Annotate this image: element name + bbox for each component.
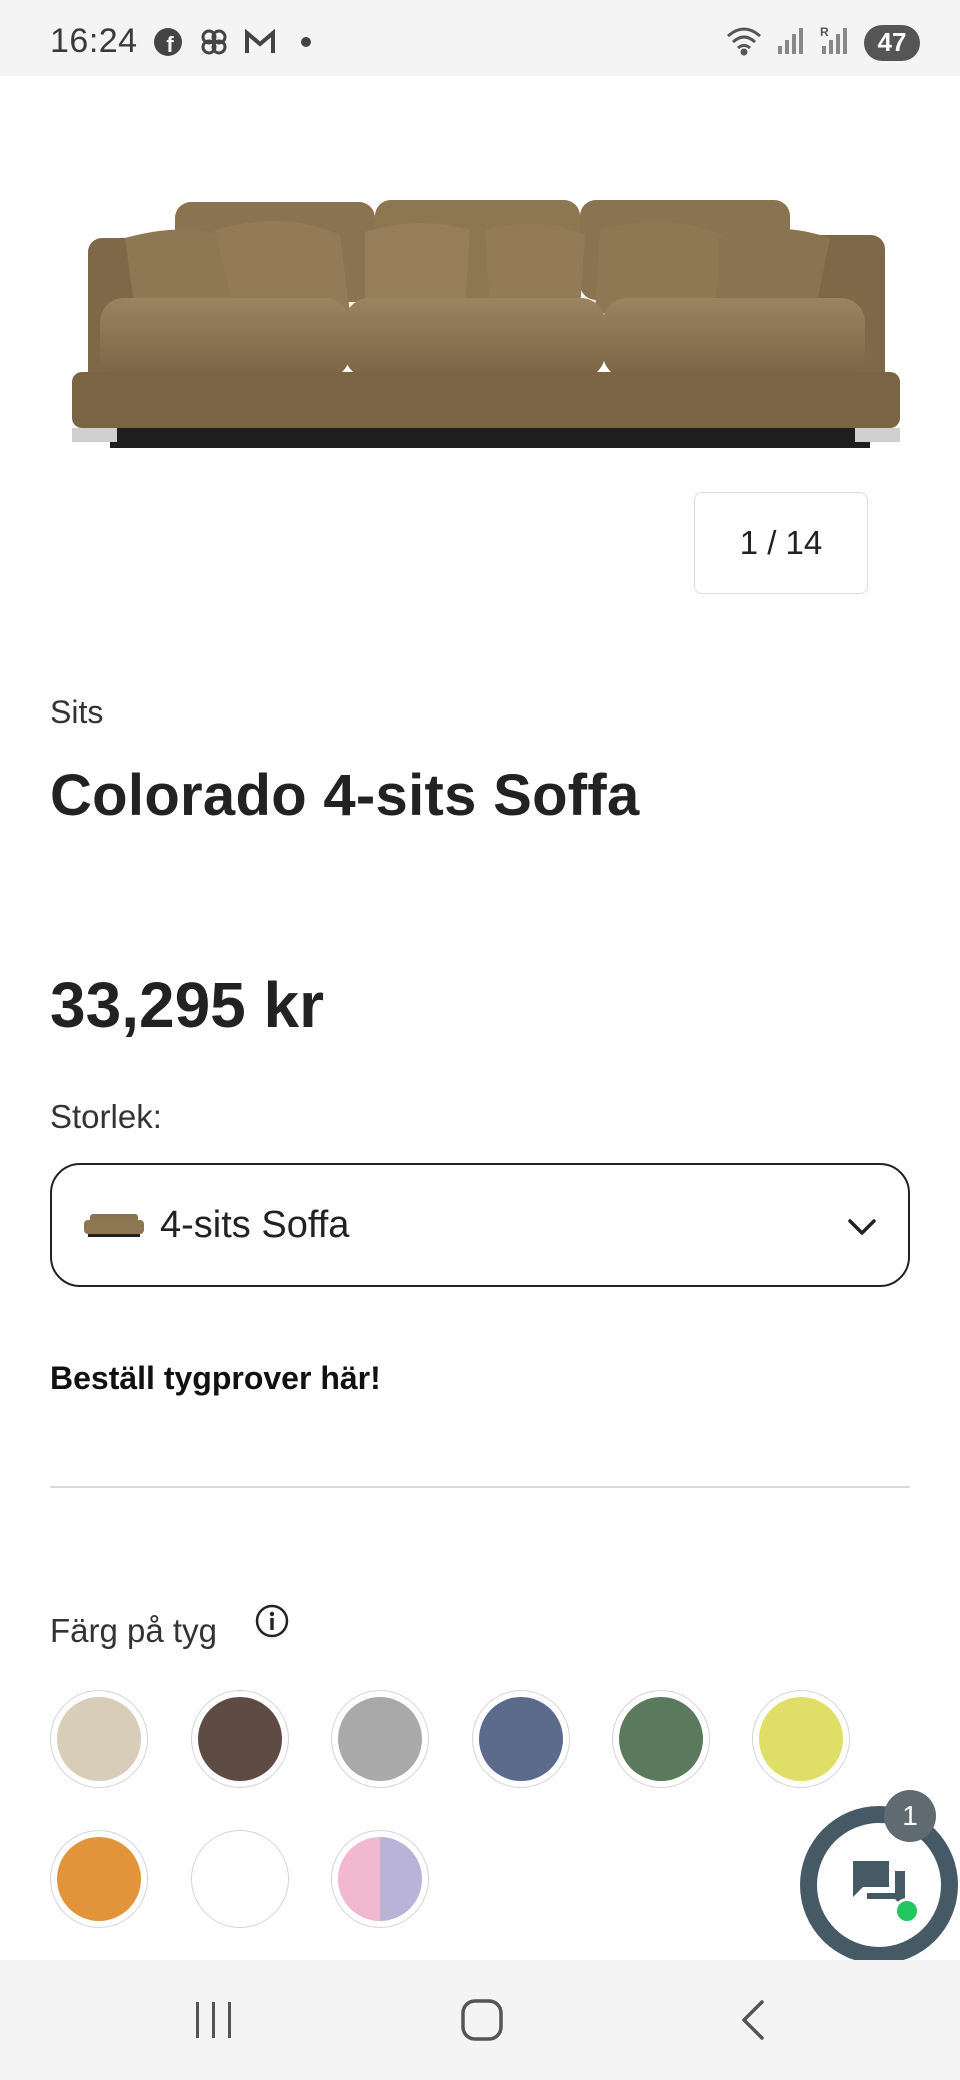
sofa-illustration — [72, 200, 900, 448]
color-swatch-pink-lilac[interactable] — [331, 1830, 429, 1928]
product-image[interactable] — [50, 90, 910, 490]
size-label: Storlek: — [50, 1098, 162, 1135]
color-swatch-gray[interactable] — [331, 1690, 429, 1788]
gmail-icon — [244, 26, 276, 58]
back-button[interactable] — [722, 1990, 782, 2050]
home-icon — [461, 1999, 503, 2041]
status-bar: 16:24 f R 47 — [0, 0, 960, 76]
facebook-icon: f — [152, 26, 184, 58]
color-swatch-green[interactable] — [612, 1690, 710, 1788]
battery-indicator: 47 — [864, 24, 920, 61]
size-select-value: 4-sits Soffa — [160, 1203, 350, 1246]
info-icon[interactable] — [254, 1603, 290, 1639]
dot-icon — [290, 26, 322, 58]
recent-apps-button[interactable] — [184, 1990, 244, 2050]
recent-apps-icon — [196, 2002, 231, 2038]
fabric-color-label: Färg på tyg — [50, 1612, 217, 1649]
image-counter: 1 / 14 — [694, 492, 868, 594]
color-swatch-blue[interactable] — [472, 1690, 570, 1788]
status-notification-icons: f — [152, 26, 322, 58]
chat-button[interactable] — [800, 1806, 958, 1964]
pinwheel-icon — [198, 26, 230, 58]
back-icon — [742, 2000, 764, 2040]
navigation-bar — [0, 1960, 960, 2080]
status-time: 16:24 — [50, 22, 138, 60]
color-swatch-orange[interactable] — [50, 1830, 148, 1928]
status-system-icons: R 47 — [724, 24, 920, 61]
split-swatch-fill — [338, 1837, 422, 1921]
product-title: Colorado 4-sits Soffa — [50, 763, 640, 828]
color-swatch-yellow[interactable] — [752, 1690, 850, 1788]
color-swatch-white[interactable] — [191, 1830, 289, 1928]
wifi-icon — [724, 24, 764, 61]
color-swatch-brown[interactable] — [191, 1690, 289, 1788]
chat-notification-badge: 1 — [884, 1790, 936, 1842]
divider — [50, 1486, 910, 1488]
online-status-dot — [894, 1898, 920, 1924]
product-price: 33,295 kr — [50, 969, 325, 1041]
size-select[interactable]: 4-sits Soffa — [50, 1163, 910, 1287]
svg-text:R: R — [820, 25, 829, 39]
product-category[interactable]: Sits — [50, 694, 103, 731]
signal-roaming-icon: R — [818, 24, 852, 61]
signal-icon — [776, 24, 806, 61]
chevron-down-icon — [848, 1219, 876, 1235]
color-swatch-beige[interactable] — [50, 1690, 148, 1788]
svg-text:f: f — [166, 32, 174, 57]
fabric-sample-link[interactable]: Beställ tygprover här! — [50, 1360, 381, 1397]
sofa-thumbnail-icon — [84, 1214, 144, 1237]
home-button[interactable] — [452, 1990, 512, 2050]
